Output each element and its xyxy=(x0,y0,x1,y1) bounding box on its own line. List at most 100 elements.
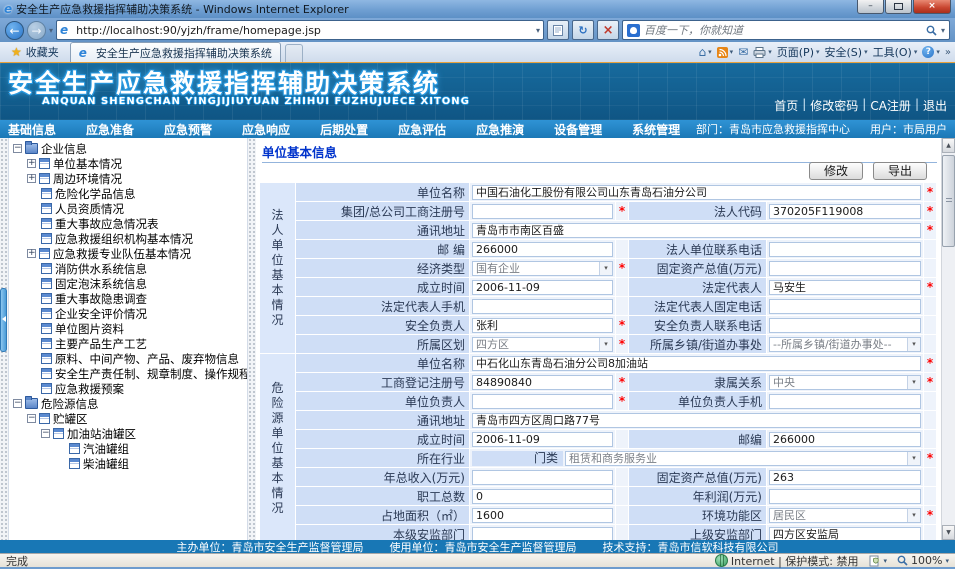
compatibility-view-button[interactable] xyxy=(547,20,569,40)
help-icon[interactable]: ? xyxy=(922,46,934,58)
tree-item[interactable]: 重大事故隐患调查 xyxy=(9,291,247,306)
scroll-down-button[interactable]: ▼ xyxy=(942,525,955,540)
minimize-button[interactable]: – xyxy=(857,0,884,14)
vertical-scrollbar[interactable]: ▲ ▼ xyxy=(941,138,955,540)
nav-menu-item[interactable]: 应急响应 xyxy=(242,121,290,138)
tree-collapse-icon[interactable]: − xyxy=(27,414,36,423)
address-bar[interactable]: e http://localhost:90/yjzh/frame/homepag… xyxy=(56,20,544,40)
select-field[interactable]: 四方区▾ xyxy=(472,337,613,352)
safety-menu[interactable]: 安全(S)▾ xyxy=(825,44,868,60)
tree-item[interactable]: 固定泡沫系统信息 xyxy=(9,276,247,291)
nav-menu-item[interactable]: 应急准备 xyxy=(86,121,134,138)
tree-expand-icon[interactable]: + xyxy=(27,249,36,258)
text-input[interactable] xyxy=(769,299,921,314)
nav-menu-item[interactable]: 应急评估 xyxy=(398,121,446,138)
text-input[interactable]: 张利 xyxy=(472,318,613,333)
export-button[interactable]: 导出 xyxy=(873,162,927,180)
url-text[interactable]: http://localhost:90/yjzh/frame/homepage.… xyxy=(76,24,532,37)
tree-item[interactable]: 企业安全评价情况 xyxy=(9,306,247,321)
text-input[interactable] xyxy=(472,394,613,409)
text-input[interactable] xyxy=(769,261,921,276)
scroll-up-button[interactable]: ▲ xyxy=(942,138,955,153)
zoom-control[interactable]: 100% ▾ xyxy=(897,554,949,567)
text-input[interactable]: 1600 xyxy=(472,508,613,523)
text-input[interactable]: 0 xyxy=(472,489,613,504)
close-button[interactable]: × xyxy=(913,0,951,14)
text-input[interactable] xyxy=(472,527,613,541)
print-dropdown-icon[interactable]: ▾ xyxy=(768,48,772,56)
select-field[interactable]: 租赁和商务服务业▾ xyxy=(565,451,921,466)
tree-item[interactable]: 原料、中间产物、产品、废弃物信息 xyxy=(9,351,247,366)
tree-expand-icon[interactable]: + xyxy=(27,174,36,183)
tree-item[interactable]: 人员资质情况 xyxy=(9,201,247,216)
text-input[interactable]: 青岛市市南区百盛 xyxy=(472,223,921,238)
protected-mode-button[interactable]: ▾ xyxy=(869,555,888,567)
mail-icon[interactable]: ✉ xyxy=(738,45,748,59)
tree-item[interactable]: +单位基本情况 xyxy=(9,156,247,171)
nav-menu-item[interactable]: 系统管理 xyxy=(632,121,680,138)
tree-item[interactable]: 重大事故应急情况表 xyxy=(9,216,247,231)
tree-item[interactable]: 主要产品生产工艺 xyxy=(9,336,247,351)
text-input[interactable]: 84890840 xyxy=(472,375,613,390)
overflow-chevron-icon[interactable]: » xyxy=(945,47,951,58)
back-button[interactable]: ← xyxy=(5,21,24,40)
header-link[interactable]: 退出 xyxy=(923,97,947,114)
rss-feed-icon[interactable] xyxy=(717,47,728,58)
tree-item[interactable]: +应急救援专业队伍基本情况 xyxy=(9,246,247,261)
text-input[interactable]: 四方区安监局 xyxy=(769,527,921,541)
print-icon[interactable] xyxy=(753,47,766,58)
home-dropdown-icon[interactable]: ▾ xyxy=(708,48,712,56)
text-input[interactable] xyxy=(769,242,921,257)
select-field[interactable]: --所属乡镇/街道办事处--▾ xyxy=(769,337,921,352)
stop-button[interactable]: × xyxy=(597,20,619,40)
tree-expand-icon[interactable]: + xyxy=(27,159,36,168)
header-link[interactable]: 修改密码 xyxy=(810,97,858,114)
header-link[interactable]: CA注册 xyxy=(870,97,911,114)
text-input[interactable]: 263 xyxy=(769,470,921,485)
panel-splitter-right[interactable] xyxy=(248,138,256,540)
text-input[interactable]: 266000 xyxy=(472,242,613,257)
panel-collapse-handle[interactable] xyxy=(0,288,7,352)
text-input[interactable] xyxy=(472,470,613,485)
header-link[interactable]: 首页 xyxy=(774,97,798,114)
tree-item[interactable]: 消防供水系统信息 xyxy=(9,261,247,276)
tree-item[interactable]: 危险化学品信息 xyxy=(9,186,247,201)
modify-button[interactable]: 修改 xyxy=(809,162,863,180)
text-input[interactable] xyxy=(769,489,921,504)
text-input[interactable]: 2006-11-09 xyxy=(472,432,613,447)
select-field[interactable]: 国有企业▾ xyxy=(472,261,613,276)
panel-splitter-left[interactable] xyxy=(0,138,8,540)
tree-item[interactable]: 应急救援组织机构基本情况 xyxy=(9,231,247,246)
address-dropdown-icon[interactable]: ▾ xyxy=(536,26,540,35)
text-input[interactable]: 马安生 xyxy=(769,280,921,295)
text-input[interactable] xyxy=(769,394,921,409)
refresh-button[interactable]: ↻ xyxy=(572,20,594,40)
scrollbar-thumb[interactable] xyxy=(942,155,955,247)
tree-item[interactable]: 汽油罐组 xyxy=(9,441,247,456)
tree-item[interactable]: +周边环境情况 xyxy=(9,171,247,186)
tree-collapse-icon[interactable]: − xyxy=(41,429,50,438)
text-input[interactable]: 2006-11-09 xyxy=(472,280,613,295)
text-input[interactable]: 中国石油化工股份有限公司山东青岛石油分公司 xyxy=(472,185,921,200)
select-field[interactable]: 中央▾ xyxy=(769,375,921,390)
text-input[interactable] xyxy=(769,318,921,333)
nav-menu-item[interactable]: 应急推演 xyxy=(476,121,524,138)
tree-item[interactable]: −企业信息 xyxy=(9,141,247,156)
text-input[interactable]: 370205F119008 xyxy=(769,204,921,219)
restore-button[interactable] xyxy=(885,0,912,14)
nav-menu-item[interactable]: 设备管理 xyxy=(554,121,602,138)
text-input[interactable] xyxy=(472,299,613,314)
tree-item[interactable]: −危险源信息 xyxy=(9,396,247,411)
nav-menu-item[interactable]: 应急预警 xyxy=(164,121,212,138)
search-placeholder[interactable]: 百度一下，你就知道 xyxy=(644,22,922,38)
new-tab-button[interactable] xyxy=(285,44,303,62)
search-icon[interactable] xyxy=(926,25,937,36)
select-field[interactable]: 居民区▾ xyxy=(769,508,921,523)
search-input[interactable]: 百度一下，你就知道 ▾ xyxy=(622,20,950,40)
nav-menu-item[interactable]: 基础信息 xyxy=(8,121,56,138)
nav-menu-item[interactable]: 后期处置 xyxy=(320,121,368,138)
tab-active[interactable]: e 安全生产应急救援指挥辅助决策系统 xyxy=(70,42,281,62)
text-input[interactable]: 中石化山东青岛石油分公司8加油站 xyxy=(472,356,921,371)
tools-menu[interactable]: 工具(O)▾ xyxy=(873,44,918,60)
tree-item[interactable]: −贮罐区 xyxy=(9,411,247,426)
